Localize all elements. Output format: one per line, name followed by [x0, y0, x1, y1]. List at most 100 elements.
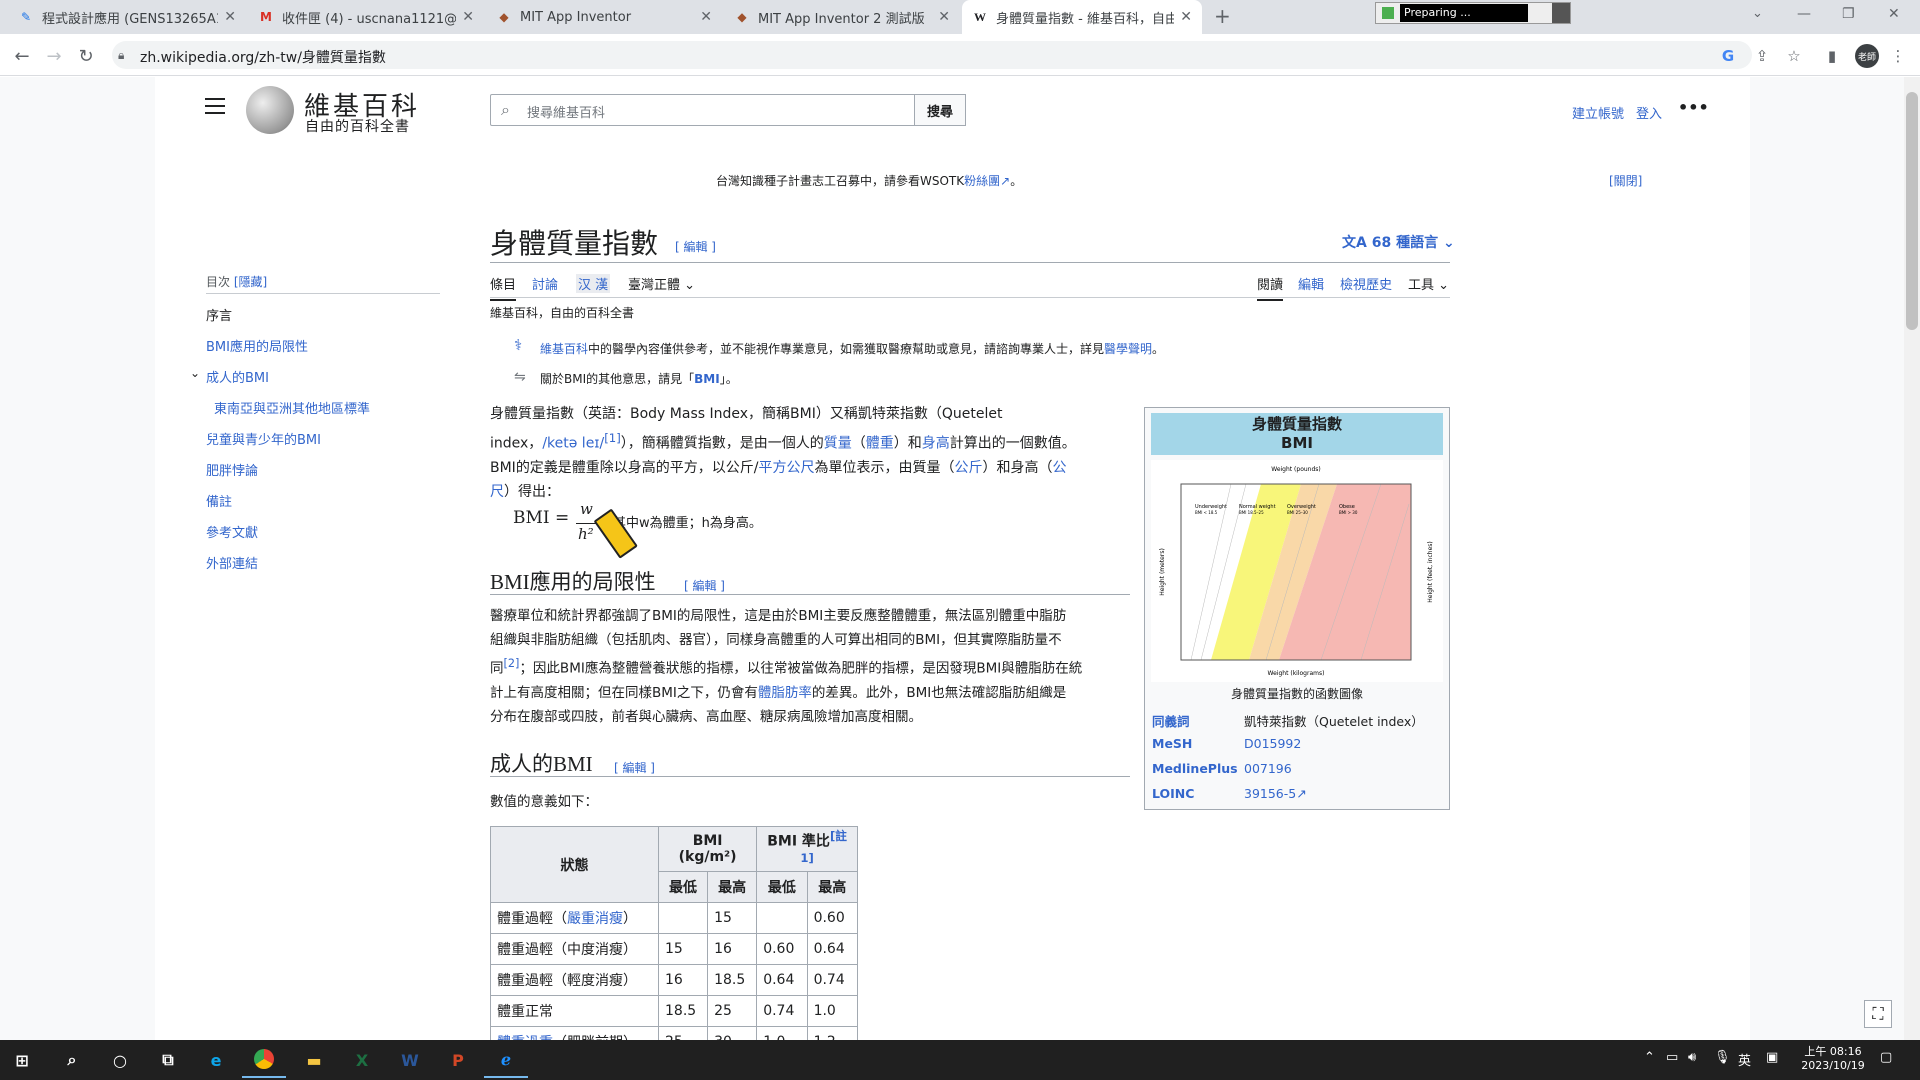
- new-tab-button[interactable]: +: [1214, 4, 1231, 28]
- url-text[interactable]: zh.wikipedia.org/zh-tw/身體質量指數: [140, 47, 386, 67]
- infobox-key[interactable]: MeSH: [1152, 736, 1192, 751]
- close-window-button[interactable]: ✕: [1888, 6, 1900, 22]
- browser-tab[interactable]: ◆ MIT App Inventor ✕: [486, 0, 722, 34]
- bookmark-star-icon[interactable]: ☆: [1784, 46, 1804, 66]
- cortana-icon[interactable]: ○: [98, 1042, 142, 1078]
- clock[interactable]: 上午 08:16 2023/10/19: [1800, 1043, 1866, 1072]
- excel-icon[interactable]: X: [340, 1042, 384, 1078]
- close-tab-icon[interactable]: ✕: [462, 9, 474, 25]
- infobox-key[interactable]: LOINC: [1152, 786, 1194, 801]
- tab-talk[interactable]: 討論: [532, 274, 558, 293]
- reload-icon[interactable]: ↻: [74, 44, 98, 68]
- gmail-icon: M: [260, 10, 272, 24]
- bmi-chart-image[interactable]: Weight (pounds) Weight (kilograms) Heigh…: [1151, 460, 1443, 682]
- toc-item-intro[interactable]: 序言: [206, 305, 232, 324]
- back-icon[interactable]: ←: [10, 44, 34, 68]
- site-notice: 台灣知識種子計畫志工召募中，請參看WSOTK粉絲團↗。: [716, 174, 1023, 188]
- tab-script-variant[interactable]: 汉 漢: [576, 274, 611, 293]
- chrome-icon[interactable]: [242, 1042, 286, 1078]
- section-edit-link[interactable]: [ 編輯 ]: [614, 759, 655, 776]
- login-link[interactable]: 登入: [1636, 103, 1662, 122]
- share-icon[interactable]: ⇪: [1752, 46, 1772, 66]
- zone-range: BMI < 18.5: [1195, 510, 1218, 515]
- disambiguation-note: 關於BMI的其他意思，請見「BMI」。: [540, 372, 738, 386]
- close-tab-icon[interactable]: ✕: [938, 9, 950, 25]
- recording-widget: Preparing ...: [1375, 2, 1571, 24]
- toc-item[interactable]: 參考文獻: [206, 522, 258, 541]
- page-title: 身體質量指數: [490, 229, 659, 260]
- powerpoint-icon[interactable]: P: [436, 1042, 480, 1078]
- network-icon[interactable]: ▭: [1666, 1050, 1678, 1065]
- infobox-value: 凱特萊指數（Quetelet index）: [1244, 714, 1424, 729]
- restore-button[interactable]: ❐: [1842, 6, 1855, 22]
- toc-item[interactable]: 肥胖悖論: [206, 460, 258, 479]
- infobox-key[interactable]: 同義詞: [1152, 711, 1190, 730]
- create-account-link[interactable]: 建立帳號: [1572, 103, 1624, 122]
- table-subheader: 最低: [657, 871, 709, 904]
- tab-search-icon[interactable]: ⌄: [1752, 6, 1763, 21]
- menu-kebab-icon[interactable]: ⋮: [1888, 46, 1908, 66]
- toc-item[interactable]: 成人的BMI: [206, 367, 269, 386]
- close-tab-icon[interactable]: ✕: [224, 9, 236, 25]
- tray-chevron-icon[interactable]: ⌃: [1644, 1050, 1655, 1065]
- internet-explorer-icon[interactable]: ℯ: [484, 1042, 528, 1078]
- title-divider: [490, 262, 1450, 263]
- search-button[interactable]: 搜尋: [914, 94, 966, 126]
- google-translate-icon[interactable]: G: [1718, 46, 1738, 66]
- ime-indicator[interactable]: 英: [1738, 1050, 1751, 1069]
- recording-label: Preparing ...: [1400, 4, 1528, 22]
- hamburger-menu-icon[interactable]: [205, 98, 225, 114]
- chevron-down-icon: ⌄: [1434, 278, 1450, 293]
- edge-icon[interactable]: e: [194, 1042, 238, 1078]
- browser-tab[interactable]: ◆ MIT App Inventor 2 測試版 ✕: [724, 0, 960, 34]
- forward-icon[interactable]: →: [42, 44, 66, 68]
- search-icon[interactable]: ⌕: [50, 1042, 94, 1078]
- language-selector[interactable]: 文A 68 種語言 ⌄: [1342, 232, 1455, 252]
- windows-start-icon[interactable]: ⊞: [0, 1042, 44, 1078]
- infobox-value-link[interactable]: 007196: [1244, 761, 1292, 776]
- browser-tab[interactable]: M 收件匣 (4) - uscnana1121@gm✕: [248, 0, 484, 34]
- toc-item[interactable]: 兒童與青少年的BMI: [206, 429, 321, 448]
- side-panel-icon[interactable]: ▮: [1822, 46, 1842, 66]
- volume-icon[interactable]: 🔊︎: [1688, 1050, 1696, 1065]
- infobox-value-link[interactable]: 39156-5↗: [1244, 786, 1307, 801]
- section-edit-link[interactable]: [ 編輯 ]: [684, 577, 725, 594]
- browser-tab[interactable]: ✎ 程式設計應用 (GENS13265A1) ✕: [8, 0, 246, 34]
- tab-history[interactable]: 檢視歷史: [1340, 274, 1392, 293]
- more-options-icon[interactable]: •••: [1678, 98, 1709, 117]
- task-view-icon[interactable]: ⧉: [146, 1042, 190, 1078]
- toc-hide-link[interactable]: [隱藏]: [234, 275, 267, 289]
- zone-range: BMI 18.5–25: [1239, 510, 1264, 515]
- wikipedia-globe-logo[interactable]: [246, 86, 294, 134]
- profile-avatar[interactable]: 老師: [1855, 44, 1879, 68]
- file-explorer-icon[interactable]: ▬: [292, 1042, 336, 1078]
- recording-stop-button[interactable]: [1552, 3, 1570, 23]
- infobox-key[interactable]: MedlinePlus: [1152, 761, 1238, 776]
- ime-mode-icon[interactable]: ▣: [1766, 1050, 1778, 1065]
- toc-item[interactable]: 外部連結: [206, 553, 258, 572]
- fullscreen-icon[interactable]: ⛶: [1864, 1000, 1892, 1028]
- banner-close-link[interactable]: [關閉]: [1609, 172, 1642, 189]
- zone-range: BMI 25–30: [1287, 510, 1308, 515]
- toc-collapse-chevron-icon[interactable]: ⌄: [190, 366, 200, 380]
- toc-item[interactable]: 備註: [206, 491, 232, 510]
- close-tab-icon[interactable]: ✕: [700, 9, 712, 25]
- toc-item[interactable]: BMI應用的局限性: [206, 336, 308, 355]
- tab-edit[interactable]: 編輯: [1298, 274, 1324, 293]
- notification-icon[interactable]: ▢: [1880, 1050, 1892, 1065]
- variant-dropdown[interactable]: 臺灣正體 ⌄: [628, 274, 695, 293]
- minimize-button[interactable]: —: [1797, 6, 1811, 22]
- banner-link[interactable]: 粉絲團: [964, 174, 1000, 188]
- microphone-icon[interactable]: 🎙︎: [1714, 1050, 1731, 1065]
- tools-dropdown[interactable]: 工具 ⌄: [1408, 274, 1449, 293]
- scrollbar-thumb[interactable]: [1906, 92, 1918, 330]
- close-tab-icon[interactable]: ✕: [1180, 9, 1192, 25]
- word-icon[interactable]: W: [388, 1042, 432, 1078]
- lock-icon[interactable]: 🔒︎: [118, 48, 124, 63]
- search-input[interactable]: ⌕ 搜尋維基百科: [490, 94, 915, 126]
- browser-tab-active[interactable]: W 身體質量指數 - 維基百科，自由 ✕: [962, 0, 1202, 34]
- table-subheader: 最低: [756, 871, 808, 904]
- toc-subitem[interactable]: 東南亞與亞洲其他地區標準: [214, 398, 370, 417]
- title-edit-link[interactable]: [ 編輯 ]: [675, 238, 716, 255]
- infobox-value-link[interactable]: D015992: [1244, 736, 1301, 751]
